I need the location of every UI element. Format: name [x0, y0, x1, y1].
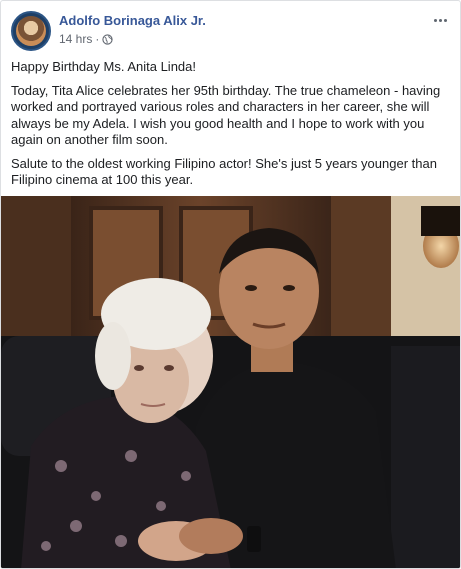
post-paragraph: Today, Tita Alice celebrates her 95th bi… [11, 82, 441, 148]
post-timestamp[interactable]: 14 hrs [59, 32, 92, 46]
avatar-image [16, 16, 46, 46]
more-options-icon[interactable] [428, 11, 452, 29]
post-text: Happy Birthday Ms. Anita Linda! Today, T… [11, 59, 452, 196]
author-name[interactable]: Adolfo Borinaga Alix Jr. [59, 13, 206, 28]
post-header: Adolfo Borinaga Alix Jr. 14 hrs · [11, 11, 452, 51]
globe-icon[interactable] [102, 33, 113, 45]
post-photo[interactable] [1, 196, 460, 568]
post-paragraph: Salute to the oldest working Filipino ac… [11, 155, 437, 188]
photo-illustration [1, 196, 460, 568]
post-meta: 14 hrs · [59, 32, 113, 46]
post-paragraph: Happy Birthday Ms. Anita Linda! [11, 59, 196, 74]
post-card: Adolfo Borinaga Alix Jr. 14 hrs · Happy … [0, 0, 461, 569]
author-avatar[interactable] [11, 11, 51, 51]
meta-separator: · [95, 32, 100, 46]
